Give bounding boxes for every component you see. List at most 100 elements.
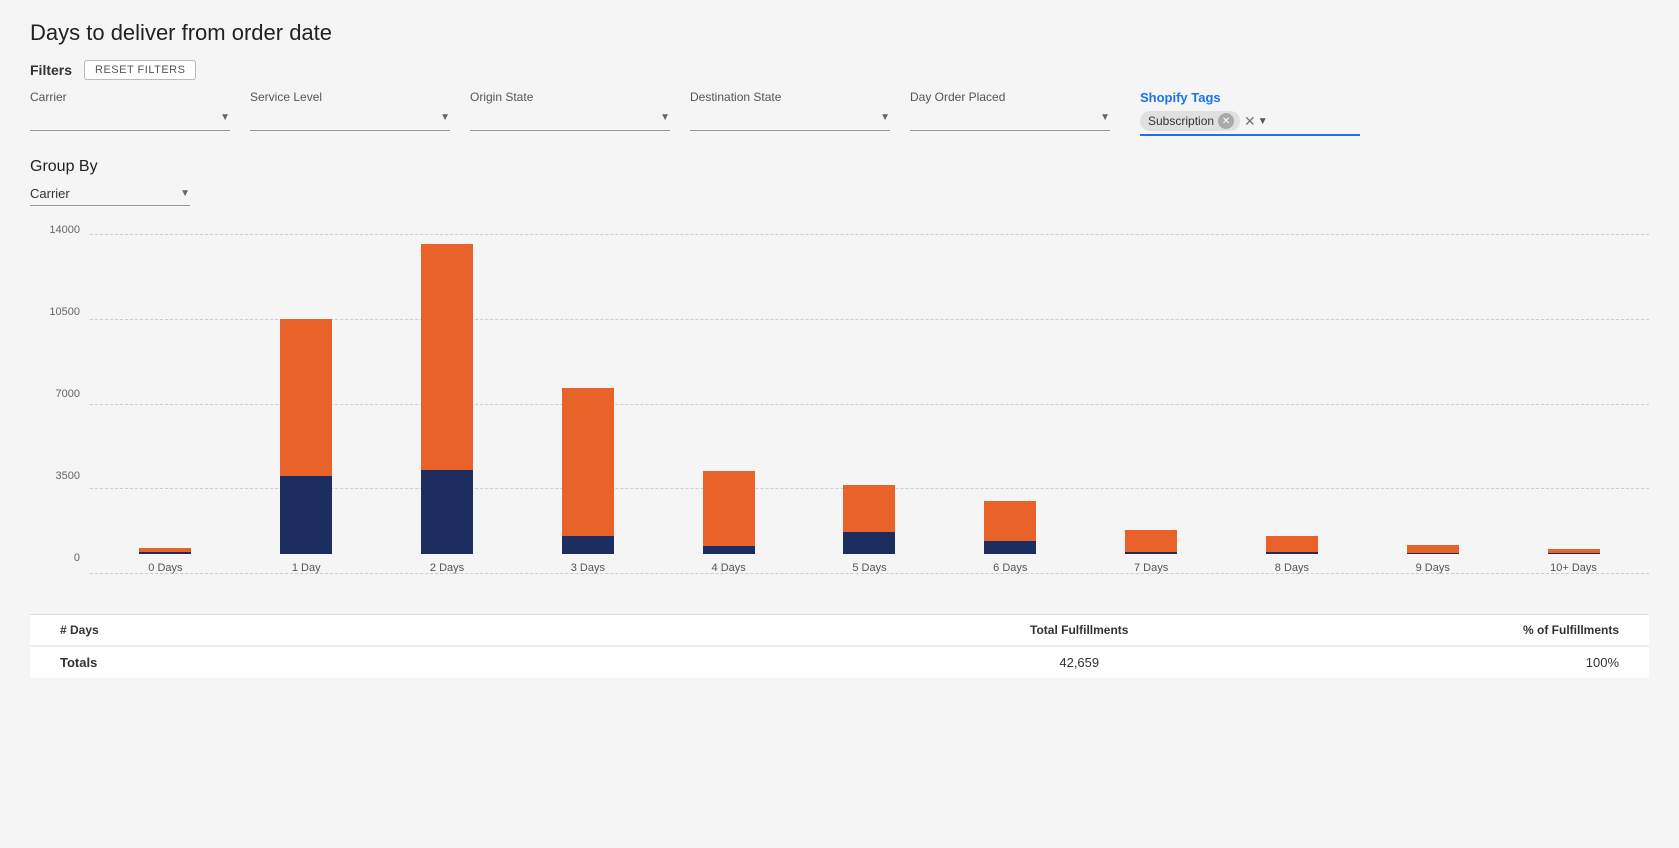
- bar-segment-orange: [280, 319, 332, 476]
- origin-state-label: Origin State: [470, 90, 670, 104]
- bar-group: 0 Days: [110, 548, 221, 574]
- bar-group: 10+ Days: [1518, 549, 1629, 574]
- bar-segment-orange: [1407, 545, 1459, 553]
- bar-x-label: 8 Days: [1275, 562, 1309, 574]
- service-level-select[interactable]: ▼: [250, 108, 450, 131]
- bar-stack: [280, 319, 332, 554]
- bar-group: 8 Days: [1237, 536, 1348, 574]
- carrier-select-value: [30, 108, 216, 126]
- bar-segment-orange: [703, 471, 755, 546]
- bar-stack: [562, 388, 614, 554]
- bar-x-label: 0 Days: [148, 562, 182, 574]
- bar-x-label: 9 Days: [1416, 562, 1450, 574]
- totals-value: 42,659: [740, 655, 1420, 670]
- day-order-placed-chevron-icon: ▼: [1100, 112, 1110, 123]
- bar-group: 1 Day: [251, 319, 362, 574]
- bar-segment-orange: [1266, 536, 1318, 552]
- destination-state-select[interactable]: ▼: [690, 108, 890, 131]
- origin-state-select[interactable]: ▼: [470, 108, 670, 131]
- y-axis-label: 14000: [30, 224, 80, 236]
- bar-stack: [421, 244, 473, 554]
- bar-x-label: 7 Days: [1134, 562, 1168, 574]
- service-level-chevron-icon: ▼: [440, 112, 450, 123]
- service-level-value: [250, 108, 436, 126]
- bar-segment-navy: [1266, 552, 1318, 554]
- bar-stack: [703, 471, 755, 554]
- bar-group: 4 Days: [673, 471, 784, 574]
- filter-dropdowns: Carrier ▼ Service Level ▼ Origin State ▼…: [30, 90, 1649, 136]
- page-container: Days to deliver from order date Filters …: [0, 0, 1679, 848]
- bar-segment-navy: [421, 470, 473, 554]
- page-title: Days to deliver from order date: [30, 20, 1649, 46]
- bar-segment-navy: [703, 546, 755, 554]
- bar-segment-orange: [843, 485, 895, 532]
- bar-stack: [843, 485, 895, 554]
- bar-x-label: 5 Days: [852, 562, 886, 574]
- tag-chip-close-icon[interactable]: ✕: [1218, 113, 1234, 129]
- group-by-select[interactable]: Carrier ▼: [30, 186, 190, 206]
- summary-header-row: # Days Total Fulfillments % of Fulfillme…: [30, 615, 1649, 646]
- bar-x-label: 1 Day: [292, 562, 321, 574]
- origin-state-chevron-icon: ▼: [660, 112, 670, 123]
- bar-segment-orange: [421, 244, 473, 470]
- bar-stack: [1266, 536, 1318, 554]
- destination-state-filter: Destination State ▼: [690, 90, 890, 131]
- bar-stack: [1407, 545, 1459, 554]
- group-by-chevron-icon: ▼: [180, 188, 190, 199]
- pct-column-header: % of Fulfillments: [1419, 623, 1619, 637]
- y-axis-labels: 0350070001050014000: [30, 224, 88, 564]
- shopify-tags-section: Shopify Tags Subscription ✕ ✕ ▼: [1140, 90, 1360, 136]
- bar-segment-navy: [984, 541, 1036, 554]
- bar-segment-orange: [984, 501, 1036, 541]
- bar-segment-navy: [1125, 552, 1177, 554]
- bar-stack: [1125, 530, 1177, 554]
- chart-area: 0 Days1 Day2 Days3 Days4 Days5 Days6 Day…: [90, 234, 1649, 574]
- bar-stack: [1548, 549, 1600, 554]
- subscription-tag-chip: Subscription ✕: [1140, 111, 1240, 131]
- bar-x-label: 4 Days: [712, 562, 746, 574]
- bar-group: 9 Days: [1377, 545, 1488, 574]
- summary-table: # Days Total Fulfillments % of Fulfillme…: [30, 614, 1649, 678]
- bar-group: 2 Days: [392, 244, 503, 574]
- totals-pct: 100%: [1419, 655, 1619, 670]
- bars-wrapper: 0 Days1 Day2 Days3 Days4 Days5 Days6 Day…: [90, 234, 1649, 574]
- bar-group: 7 Days: [1096, 530, 1207, 574]
- day-order-placed-select[interactable]: ▼: [910, 108, 1110, 131]
- destination-state-chevron-icon: ▼: [880, 112, 890, 123]
- filters-row: Filters RESET FILTERS: [30, 60, 1649, 80]
- bar-segment-orange: [562, 388, 614, 536]
- tags-text-input[interactable]: [1268, 114, 1328, 129]
- tags-chevron-icon[interactable]: ▼: [1258, 116, 1268, 127]
- tags-clear-icon[interactable]: ✕: [1244, 113, 1256, 130]
- bar-x-label: 10+ Days: [1550, 562, 1597, 574]
- bar-group: 6 Days: [955, 501, 1066, 574]
- bar-segment-navy: [1407, 553, 1459, 554]
- destination-state-label: Destination State: [690, 90, 890, 104]
- y-axis-label: 0: [30, 552, 80, 564]
- shopify-tags-input-row[interactable]: Subscription ✕ ✕ ▼: [1140, 111, 1360, 136]
- totals-label: Totals: [60, 655, 740, 670]
- service-level-filter: Service Level ▼: [250, 90, 450, 131]
- bar-segment-navy: [843, 532, 895, 554]
- days-column-header: # Days: [60, 623, 740, 637]
- total-column-header: Total Fulfillments: [740, 623, 1420, 637]
- filters-label: Filters: [30, 62, 72, 78]
- origin-state-value: [470, 108, 656, 126]
- destination-state-value: [690, 108, 876, 126]
- bar-stack: [139, 548, 191, 554]
- day-order-placed-filter: Day Order Placed ▼: [910, 90, 1110, 131]
- carrier-filter-label: Carrier: [30, 90, 230, 104]
- bar-x-label: 2 Days: [430, 562, 464, 574]
- carrier-select[interactable]: ▼: [30, 108, 230, 131]
- bar-segment-navy: [562, 536, 614, 554]
- service-level-label: Service Level: [250, 90, 450, 104]
- shopify-tags-label: Shopify Tags: [1140, 90, 1360, 105]
- day-order-placed-value: [910, 108, 1096, 126]
- y-axis-label: 3500: [30, 470, 80, 482]
- bar-x-label: 6 Days: [993, 562, 1027, 574]
- bar-segment-navy: [280, 476, 332, 554]
- y-axis-label: 10500: [30, 306, 80, 318]
- bar-segment-navy: [139, 552, 191, 554]
- day-order-placed-label: Day Order Placed: [910, 90, 1110, 104]
- reset-filters-button[interactable]: RESET FILTERS: [84, 60, 196, 80]
